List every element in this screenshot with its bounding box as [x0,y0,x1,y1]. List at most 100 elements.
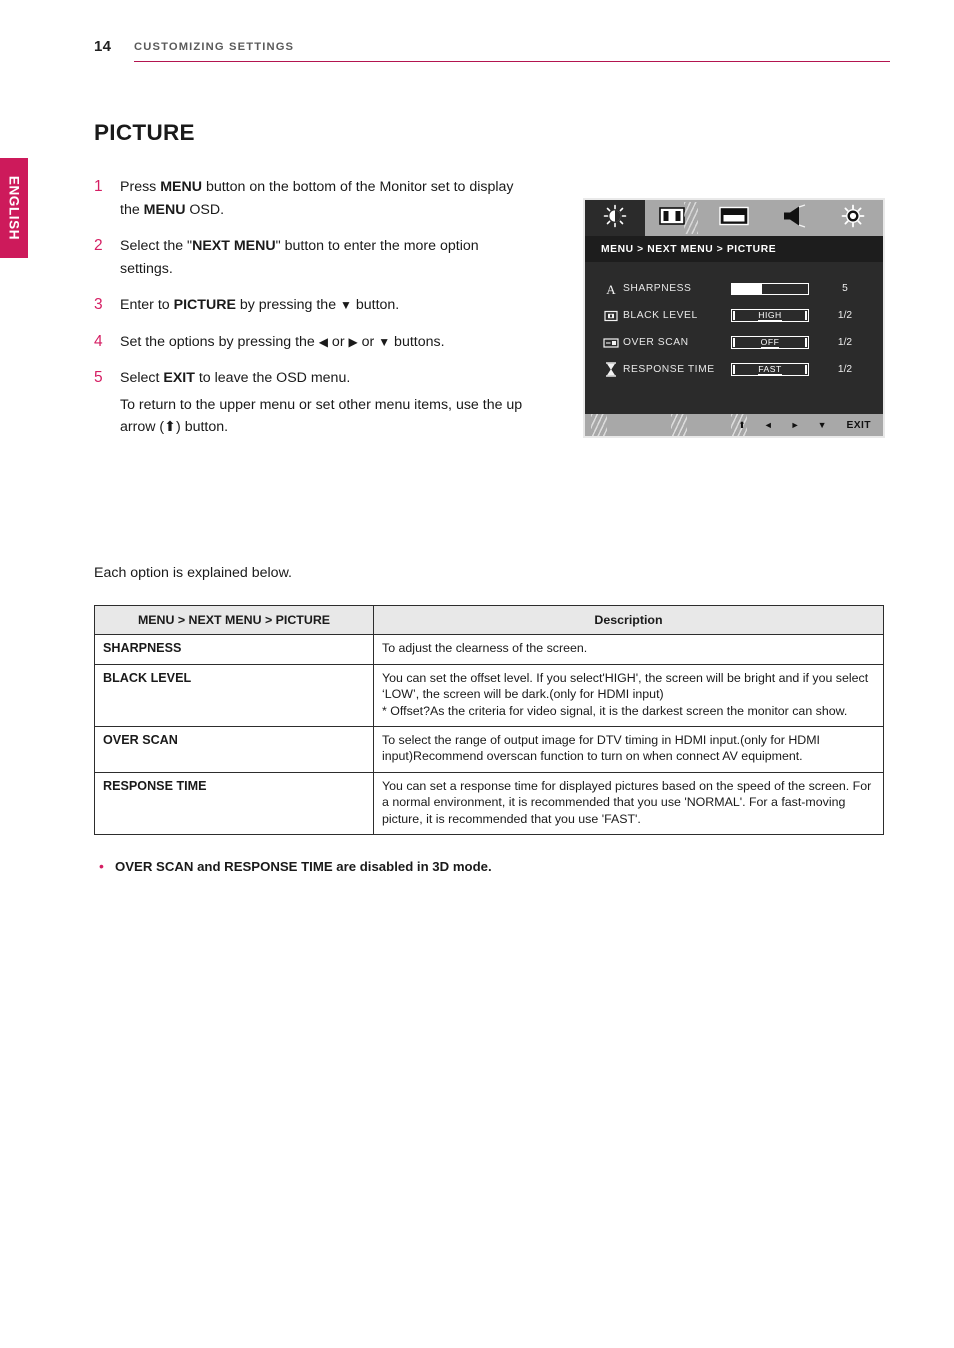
nav-hatch-decoration [671,414,687,436]
step-item: 3 Enter to PICTURE by pressing the ▼ but… [94,294,534,317]
step-text-part: Select [120,370,164,386]
exit-button[interactable]: EXIT [847,420,872,431]
osd-row-response-time[interactable]: RESPONSE TIME FAST 1/2 [585,357,883,382]
step-number: 4 [94,332,103,350]
over-scan-icon [599,336,623,350]
osd-row-value: 1/2 [837,337,853,348]
table-cell-description: You can set a response time for displaye… [373,771,884,836]
step-text-part: Set the options by pressing the [120,333,319,350]
option-cap-left [733,365,735,374]
osd-breadcrumb: MENU > NEXT MENU > PICTURE [585,236,883,262]
step-item: 2 Select the "NEXT MENU" button to enter… [94,235,534,280]
table-body: SHARPNESS To adjust the clearness of the… [94,634,884,836]
step-text-part: to leave the OSD menu. [194,370,351,386]
step-text-part: OSD. [185,201,225,218]
language-tab-label: ENGLISH [6,175,22,241]
table-header-menu: MENU > NEXT MENU > PICTURE [94,604,374,636]
page-number: 14 [94,38,112,55]
left-arrow-icon: ◀ [318,334,328,349]
right-arrow-icon: ▶ [348,334,358,349]
black-level-option[interactable]: HIGH [731,309,813,322]
slider-fill [732,283,763,294]
option-cap-left [733,338,735,347]
step-text-part: buttons. [390,333,445,350]
step-text-emphasis: PICTURE [173,297,236,313]
up-arrow-icon[interactable]: ⬆ [738,420,746,431]
table-row: SHARPNESS To adjust the clearness of the… [94,634,884,665]
step-text-part: Enter to [120,297,174,313]
option-cap-right [805,365,807,374]
option-cap-right [805,338,807,347]
down-arrow-icon: ▼ [340,298,352,312]
screen-position-icon [718,205,750,232]
table-intro-text: Each option is explained below. [94,565,292,581]
table-row: OVER SCAN To select the range of output … [94,726,884,773]
option-box: HIGH [731,309,809,322]
step-item: 5 Select EXIT to leave the OSD menu. To … [94,367,534,439]
left-arrow-icon[interactable]: ◄ [764,420,773,430]
osd-row-label: SHARPNESS [623,283,692,294]
sharpness-slider[interactable] [731,282,813,295]
settings-gear-icon [839,204,867,233]
down-arrow-icon[interactable]: ▼ [818,420,827,430]
step-text: Set the options by pressing the ◀ or ▶ o… [120,331,534,354]
tab-hatch-decoration [684,202,699,234]
osd-row-value: 1/2 [837,364,853,375]
step-text-emphasis: MENU [160,179,202,195]
page-title: PICTURE [94,120,195,145]
osd-screenshot-panel: MENU > NEXT MENU > PICTURE A SHARPNESS 5 [583,198,885,438]
nav-hatch-decoration [591,414,607,436]
black-level-icon [599,309,623,323]
option-value: OFF [760,337,780,348]
table-head: MENU > NEXT MENU > PICTURE Description [94,604,884,636]
response-time-option[interactable]: FAST [731,363,813,376]
step-text-part: button. [351,297,400,313]
letter-a-icon: A [599,282,623,296]
osd-row-over-scan[interactable]: OVER SCAN OFF 1/2 [585,330,883,355]
down-arrow-icon: ▼ [378,334,391,349]
table-cell-name: BLACK LEVEL [94,663,374,728]
table-header-row: MENU > NEXT MENU > PICTURE Description [94,604,884,636]
step-text: Enter to PICTURE by pressing the ▼ butto… [120,294,534,317]
slider-track [731,282,809,295]
osd-tab-screen-position[interactable] [704,200,764,236]
step-text-emphasis: EXIT [163,370,195,386]
right-arrow-icon[interactable]: ► [791,420,800,430]
table-cell-description: You can set the offset level. If you sel… [373,663,884,728]
language-tab: ENGLISH [0,158,28,258]
step-text: Press MENU button on the bottom of the M… [120,176,534,221]
table-cell-name: RESPONSE TIME [94,771,374,836]
step-subtext: To return to the upper menu or set other… [120,396,523,436]
osd-icon-tab-bar [585,200,883,236]
osd-row-label: OVER SCAN [623,337,689,348]
step-item: 1 Press MENU button on the bottom of the… [94,176,534,221]
osd-row-black-level[interactable]: BLACK LEVEL HIGH 1/2 [585,303,883,328]
table-cell-name: OVER SCAN [94,726,374,773]
option-cap-left [733,311,735,320]
note-callout: • OVER SCAN and RESPONSE TIME are disabl… [99,858,492,875]
step-text: Select EXIT to leave the OSD menu. To re… [120,367,534,439]
table-cell-name: SHARPNESS [94,634,374,665]
step-number: 5 [94,369,103,386]
osd-tab-brightness-contrast[interactable] [585,200,645,236]
over-scan-option[interactable]: OFF [731,336,813,349]
osd-tab-volume[interactable] [764,200,824,236]
header-divider [134,61,890,63]
bullet-icon: • [99,858,104,874]
table-row: RESPONSE TIME You can set a response tim… [94,771,884,836]
option-value: HIGH [758,310,782,321]
osd-row-label: BLACK LEVEL [623,310,698,321]
brightness-contrast-icon [602,204,628,233]
osd-row-sharpness[interactable]: A SHARPNESS 5 [585,276,883,301]
osd-tab-settings[interactable] [823,200,883,236]
note-text: OVER SCAN and RESPONSE TIME are disabled… [115,859,492,874]
option-box: FAST [731,363,809,376]
table-header-description: Description [373,604,884,636]
step-text-part: or [327,333,349,350]
osd-tab-color[interactable] [645,200,705,236]
options-table: MENU > NEXT MENU > PICTURE Description S… [94,604,884,836]
hourglass-icon [599,362,623,377]
option-box: OFF [731,336,809,349]
osd-row-value: 1/2 [837,310,853,321]
step-text-part: by pressing the [235,297,341,313]
